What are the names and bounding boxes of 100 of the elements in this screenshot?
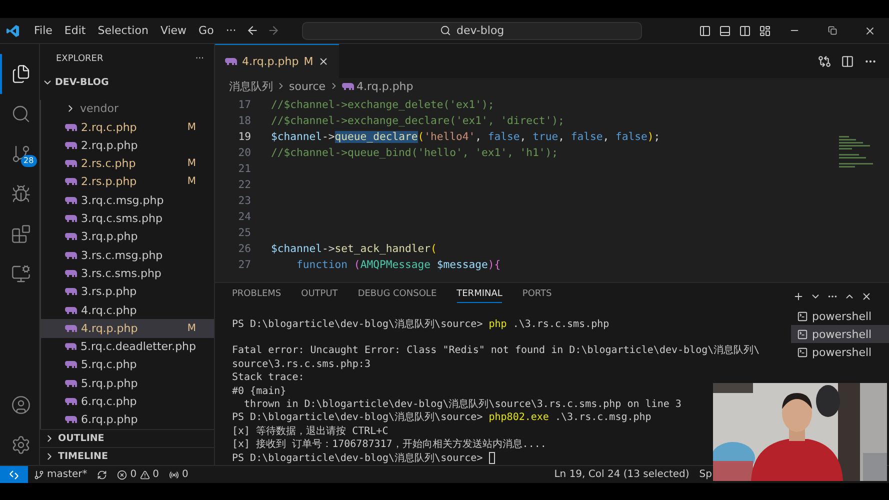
code-line: function (AMQPMessage $message){	[296, 259, 501, 271]
restore-icon[interactable]	[828, 26, 836, 35]
tree-row[interactable]: 2.rq.p.php	[41, 136, 214, 155]
terminal-line: PS D:\blogarticle\dev-blog\消息队列\source> php802.exe .\3.rs.c.msg.php	[232, 411, 652, 425]
monitor-icon	[10, 264, 30, 284]
terminal-line: source\3.rs.c.sms.php:3	[232, 358, 370, 372]
php-file-icon	[65, 397, 77, 406]
tree-row[interactable]: 2.rq.c.php M	[41, 118, 214, 136]
tree-row[interactable]: 3.rs.c.sms.php	[41, 264, 214, 283]
more-actions[interactable]: ···	[195, 54, 204, 64]
php-file-icon	[65, 378, 77, 388]
layout-icon[interactable]	[759, 24, 771, 36]
line-number: 25	[237, 227, 251, 239]
tree-row[interactable]: 6.rq.c.php	[41, 392, 214, 411]
forward-arrow-icon[interactable]	[267, 24, 280, 37]
tree-row[interactable]: 2.rs.c.php M	[41, 154, 214, 173]
line-number: 17	[237, 99, 251, 111]
close-icon[interactable]	[318, 56, 330, 67]
tree-row[interactable]: 3.rq.c.msg.php	[41, 191, 214, 210]
problems-status[interactable]: 0 0	[117, 469, 160, 480]
code-line: $channel->queue_declare('hello4', false, true, false, false);	[271, 131, 660, 143]
folder-root[interactable]: DEV-BLOG	[40, 73, 214, 93]
terminal-line: Stack trace:	[232, 371, 304, 385]
tree-row[interactable]: 5.rq.c.php	[41, 356, 214, 374]
tree-row[interactable]: 5.rq.c.deadletter.php	[41, 338, 214, 356]
php-file-icon	[65, 232, 77, 242]
menu-item[interactable]: Selection	[92, 24, 154, 37]
line-number: 27	[237, 259, 251, 271]
bug-icon	[10, 184, 30, 204]
close-icon[interactable]	[861, 291, 872, 302]
antenna-icon	[169, 470, 180, 480]
panel-toggle-icon[interactable]	[719, 24, 731, 36]
remote-button[interactable]	[0, 466, 28, 484]
menu-item[interactable]: Go	[192, 24, 220, 37]
php-file-icon	[65, 196, 77, 205]
php-file-icon	[65, 324, 77, 333]
remote-icon	[9, 470, 19, 480]
php-file-icon	[65, 306, 77, 315]
tree-row[interactable]: 3.rs.p.php	[41, 282, 214, 301]
sync-icon[interactable]	[97, 470, 108, 480]
php-file-icon	[65, 360, 77, 370]
breadcrumb-item[interactable]: 消息队列	[229, 78, 273, 94]
terminal-line: PS D:\blogarticle\dev-blog\消息队列\source> php .\3.rs.c.sms.php	[232, 318, 610, 332]
split-editor-icon[interactable]	[841, 54, 854, 68]
ports-status[interactable]: 0	[169, 469, 188, 480]
php-file-icon	[65, 287, 77, 296]
panel-tab[interactable]: TERMINAL	[456, 286, 502, 304]
terminal-icon	[797, 310, 808, 322]
code-line: $channel->set_ack_handler(	[271, 243, 437, 255]
tree-row[interactable]: 2.rs.p.php M	[41, 172, 214, 192]
indent-status[interactable]: Sp	[699, 469, 712, 480]
search-icon	[440, 25, 452, 36]
add-icon[interactable]	[793, 291, 804, 302]
terminal-item[interactable]: powershell	[791, 343, 889, 361]
line-number: 19	[237, 131, 251, 143]
panel-tab[interactable]: PORTS	[522, 286, 552, 304]
close-icon[interactable]	[864, 24, 876, 36]
back-arrow-icon[interactable]	[246, 24, 260, 37]
breadcrumb-item[interactable]: 4.rq.p.php	[356, 80, 414, 92]
php-file-icon	[65, 342, 77, 352]
terminal-item[interactable]: powershell	[791, 325, 889, 343]
branch-icon	[34, 470, 44, 480]
tree-row[interactable]: 4.rq.c.php	[41, 300, 214, 320]
tree-row[interactable]: 3.rq.p.php	[41, 228, 214, 246]
menu-item[interactable]: File	[28, 24, 58, 37]
tree-row[interactable]: 6.rq.p.php	[41, 410, 214, 429]
warning-icon	[140, 470, 150, 480]
tree-row[interactable]: 3.rq.c.sms.php	[41, 209, 214, 228]
more-menu[interactable]: ···	[220, 24, 242, 37]
section-header[interactable]: OUTLINE	[40, 429, 214, 447]
panel-tab[interactable]: DEBUG CONSOLE	[358, 286, 437, 304]
terminal-item[interactable]: powershell	[791, 307, 889, 325]
error-icon	[117, 470, 128, 480]
panel-tab[interactable]: PROBLEMS	[232, 286, 282, 304]
sidebar-title: EXPLORER	[56, 54, 104, 64]
panel-tab[interactable]: OUTPUT	[301, 286, 338, 304]
settings-icon[interactable]	[10, 435, 30, 455]
editor-tab[interactable]: 4.rq.p.php M	[215, 44, 340, 78]
sidebar-toggle-icon[interactable]	[699, 24, 711, 36]
php-file-icon	[65, 122, 77, 132]
breadcrumb-item[interactable]: source	[289, 80, 326, 92]
code-line: //$channel->queue_bind('hello', 'ex1', 'h1');	[271, 147, 558, 159]
compare-icon[interactable]	[818, 54, 831, 68]
terminal-line: thrown in D:\blogarticle\dev-blog\消息队列\source\3.rs.c.sms.php on line 3	[243, 398, 682, 412]
line-number: 21	[237, 163, 251, 175]
branch-status[interactable]: master*	[34, 469, 88, 480]
search-field[interactable]: dev-blog	[302, 22, 642, 40]
menu-item[interactable]: Edit	[58, 24, 92, 37]
line-number: 26	[237, 243, 251, 255]
tree-row[interactable]: 3.rs.c.msg.php	[41, 246, 214, 264]
line-number: 18	[237, 115, 251, 127]
activity-button[interactable]: 28	[0, 134, 40, 174]
php-file-icon	[225, 57, 237, 66]
menu-item[interactable]: View	[154, 24, 193, 37]
tree-row[interactable]: 5.rq.p.php	[41, 374, 214, 392]
tree-row[interactable]: vendor	[41, 100, 214, 118]
cursor-position[interactable]: Ln 19, Col 24 (13 selected)	[554, 469, 690, 480]
account-icon[interactable]	[10, 395, 30, 415]
split-layout-icon[interactable]	[739, 24, 751, 36]
tree-row[interactable]: 4.rq.p.php M	[41, 319, 214, 338]
